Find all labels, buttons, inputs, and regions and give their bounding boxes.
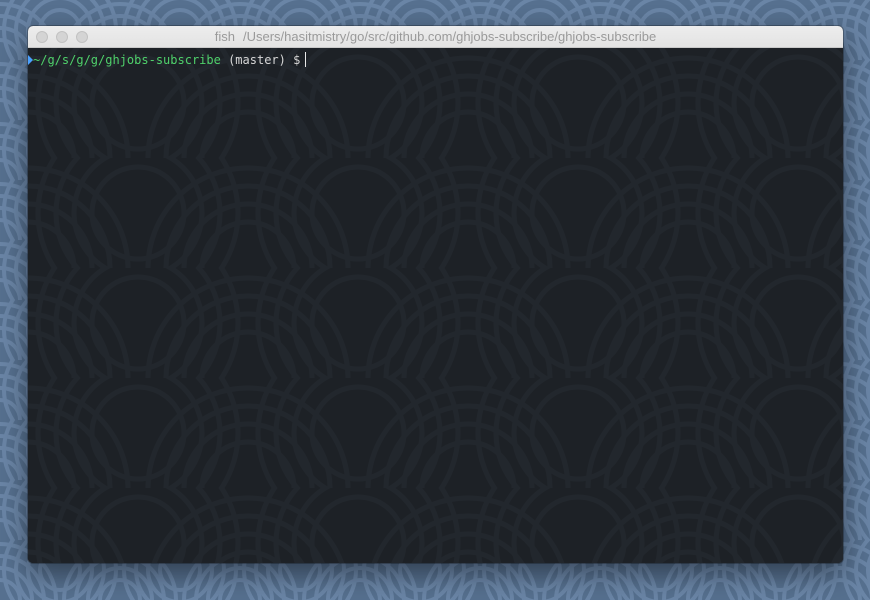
terminal-background-pattern	[28, 48, 843, 563]
window-title: fish/Users/hasitmistry/go/src/github.com…	[28, 29, 843, 44]
terminal-content[interactable]: ~/g/s/g/g/ghjobs-subscribe (master) $	[28, 48, 843, 563]
prompt-symbol: $	[293, 53, 301, 67]
window-titlebar[interactable]: fish/Users/hasitmistry/go/src/github.com…	[28, 26, 843, 48]
window-title-path: /Users/hasitmistry/go/src/github.com/ghj…	[242, 29, 657, 44]
text-cursor	[305, 52, 307, 67]
window-process-name: fish	[214, 29, 235, 44]
prompt-git-branch: (master)	[228, 53, 286, 67]
prompt-line: ~/g/s/g/g/ghjobs-subscribe (master) $	[28, 52, 307, 68]
prompt-path: ~/g/s/g/g/ghjobs-subscribe	[33, 53, 221, 67]
terminal-window: fish/Users/hasitmistry/go/src/github.com…	[28, 26, 843, 563]
